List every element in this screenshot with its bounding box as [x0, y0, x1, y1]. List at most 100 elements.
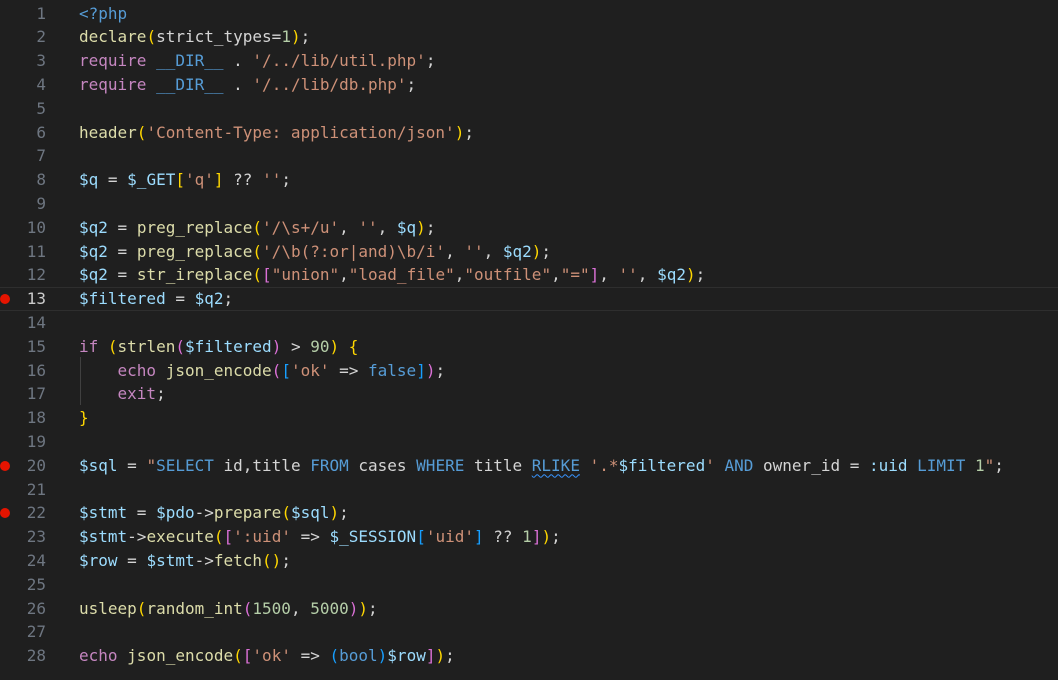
code-text[interactable]: <?php	[79, 2, 127, 26]
code-token: if	[79, 336, 99, 356]
code-token: ,	[339, 265, 349, 285]
line-number: 11	[26, 241, 46, 261]
code-token: require	[79, 74, 147, 94]
code-text[interactable]: $row = $stmt->fetch();	[79, 549, 291, 573]
code-text[interactable]: require __DIR__ . '/../lib/util.php';	[79, 49, 435, 73]
code-text[interactable]: $stmt = $pdo->prepare($sql);	[79, 501, 349, 525]
code-text[interactable]: header('Content-Type: application/json')…	[79, 121, 474, 145]
code-text[interactable]: if (strlen($filtered) > 90) {	[79, 335, 358, 359]
code-line[interactable]: 6 header('Content-Type: application/json'…	[0, 121, 1058, 145]
code-text[interactable]: usleep(random_int(1500, 5000));	[79, 597, 378, 621]
code-line[interactable]: 15 if (strlen($filtered) > 90) {	[0, 335, 1058, 359]
code-token: ]	[213, 170, 224, 190]
code-text[interactable]: $q2 = str_ireplace(["union","load_file",…	[79, 263, 705, 287]
code-line[interactable]: 11 $q2 = preg_replace('/\b(?:or|and)\b/i'…	[0, 240, 1058, 264]
code-line[interactable]: 5	[0, 97, 1058, 121]
line-number: 1	[36, 3, 46, 23]
code-line[interactable]: 14	[0, 311, 1058, 335]
code-token: =	[107, 217, 137, 237]
code-line[interactable]: 4 require __DIR__ . '/../lib/db.php';	[0, 73, 1058, 97]
code-line[interactable]: 28 echo json_encode(['ok' => (bool)$row])…	[0, 644, 1058, 668]
code-line[interactable]: 24 $row = $stmt->fetch();	[0, 549, 1058, 573]
code-line[interactable]: 13 $filtered = $q2;	[0, 287, 1058, 311]
code-token: ;	[281, 550, 291, 570]
code-text[interactable]: exit;	[79, 382, 166, 406]
code-token: $q	[396, 217, 417, 237]
code-token: .	[223, 74, 253, 94]
code-token: "="	[560, 265, 590, 285]
code-text[interactable]: echo json_encode(['ok' => (bool)$row]);	[79, 644, 455, 668]
code-line[interactable]: 23 $stmt->execute([':uid' => $_SESSION['u…	[0, 525, 1058, 549]
code-line[interactable]: 17 exit;	[0, 382, 1058, 406]
code-line[interactable]: 27	[0, 620, 1058, 644]
code-token: ;	[435, 360, 446, 380]
code-line[interactable]: 9	[0, 192, 1058, 216]
code-line[interactable]: 18}	[0, 406, 1058, 430]
code-text[interactable]: $stmt->execute([':uid' => $_SESSION['uid…	[79, 525, 561, 549]
breakpoint-icon[interactable]	[0, 460, 10, 471]
code-token: ;	[425, 217, 436, 237]
breakpoint-icon[interactable]	[0, 294, 10, 305]
code-token: owner_id =	[753, 455, 869, 475]
code-token: bool	[339, 646, 378, 666]
code-token: 'Content-Type: application/json'	[146, 122, 455, 142]
line-number: 2	[36, 27, 46, 47]
code-text[interactable]: $sql = "SELECT id,title FROM cases WHERE…	[79, 454, 1004, 478]
line-number: 6	[36, 122, 46, 142]
code-token: '	[705, 455, 715, 475]
code-line[interactable]: 7	[0, 144, 1058, 168]
code-text[interactable]: $q = $_GET['q'] ?? '';	[79, 168, 291, 192]
code-token: $_GET	[127, 170, 176, 190]
code-token: =	[127, 503, 157, 523]
code-token: ,	[377, 217, 397, 237]
code-token: $filtered	[618, 455, 706, 475]
code-text[interactable]: $q2 = preg_replace('/\b(?:or|and)\b/i', …	[79, 240, 551, 264]
breakpoint-icon[interactable]	[0, 508, 10, 519]
code-line[interactable]: 10 $q2 = preg_replace('/\s+/u', '', $q);	[0, 216, 1058, 240]
code-line[interactable]: 3 require __DIR__ . '/../lib/util.php';	[0, 49, 1058, 73]
code-text[interactable]: $filtered = $q2;	[79, 287, 233, 311]
code-text[interactable]: $q2 = preg_replace('/\s+/u', '', $q);	[79, 216, 435, 240]
code-token: ;	[551, 527, 561, 547]
code-token: ''	[358, 217, 378, 237]
code-token: '/\b(?:or|and)\b/i'	[262, 241, 446, 261]
code-line[interactable]: 22 $stmt = $pdo->prepare($sql);	[0, 501, 1058, 525]
line-number: 15	[26, 336, 46, 356]
code-line[interactable]: 25	[0, 573, 1058, 597]
code-token: ]	[589, 265, 600, 285]
code-token: ,	[483, 241, 503, 261]
code-line[interactable]: 12 $q2 = str_ireplace(["union","load_file…	[0, 263, 1058, 287]
line-number: 28	[26, 646, 46, 666]
line-number: 3	[36, 51, 46, 71]
code-line[interactable]: 2 declare(strict_types=1);	[0, 25, 1058, 49]
code-line[interactable]: 21	[0, 478, 1058, 502]
code-token: ->	[194, 550, 214, 570]
code-text[interactable]: echo json_encode(['ok' => false]);	[79, 359, 446, 383]
code-text[interactable]: }	[79, 406, 89, 430]
code-token: =	[117, 455, 147, 475]
code-token: )	[348, 598, 359, 618]
code-token: )	[435, 646, 446, 666]
code-line[interactable]: 20 $sql = "SELECT id,title FROM cases WHE…	[0, 454, 1058, 478]
code-token: ,	[637, 265, 658, 285]
code-line[interactable]: 16 echo json_encode(['ok' => false]);	[0, 359, 1058, 383]
code-line[interactable]: 19	[0, 430, 1058, 454]
code-text[interactable]: require __DIR__ . '/../lib/db.php';	[79, 73, 416, 97]
code-token: $q2	[657, 265, 686, 285]
code-line[interactable]: 26 usleep(random_int(1500, 5000));	[0, 597, 1058, 621]
line-number: 19	[26, 431, 46, 451]
code-text[interactable]: declare(strict_types=1);	[79, 25, 310, 49]
code-token: "union"	[271, 265, 340, 285]
code-token: $_SESSION	[329, 527, 417, 547]
code-line[interactable]: 8 $q = $_GET['q'] ?? '';	[0, 168, 1058, 192]
code-token: =	[117, 550, 147, 570]
code-token: ,	[339, 217, 359, 237]
code-line[interactable]: 1 <?php	[0, 2, 1058, 26]
code-editor[interactable]: 1 <?php 2 declare(strict_types=1); 3 require …	[0, 0, 1058, 680]
